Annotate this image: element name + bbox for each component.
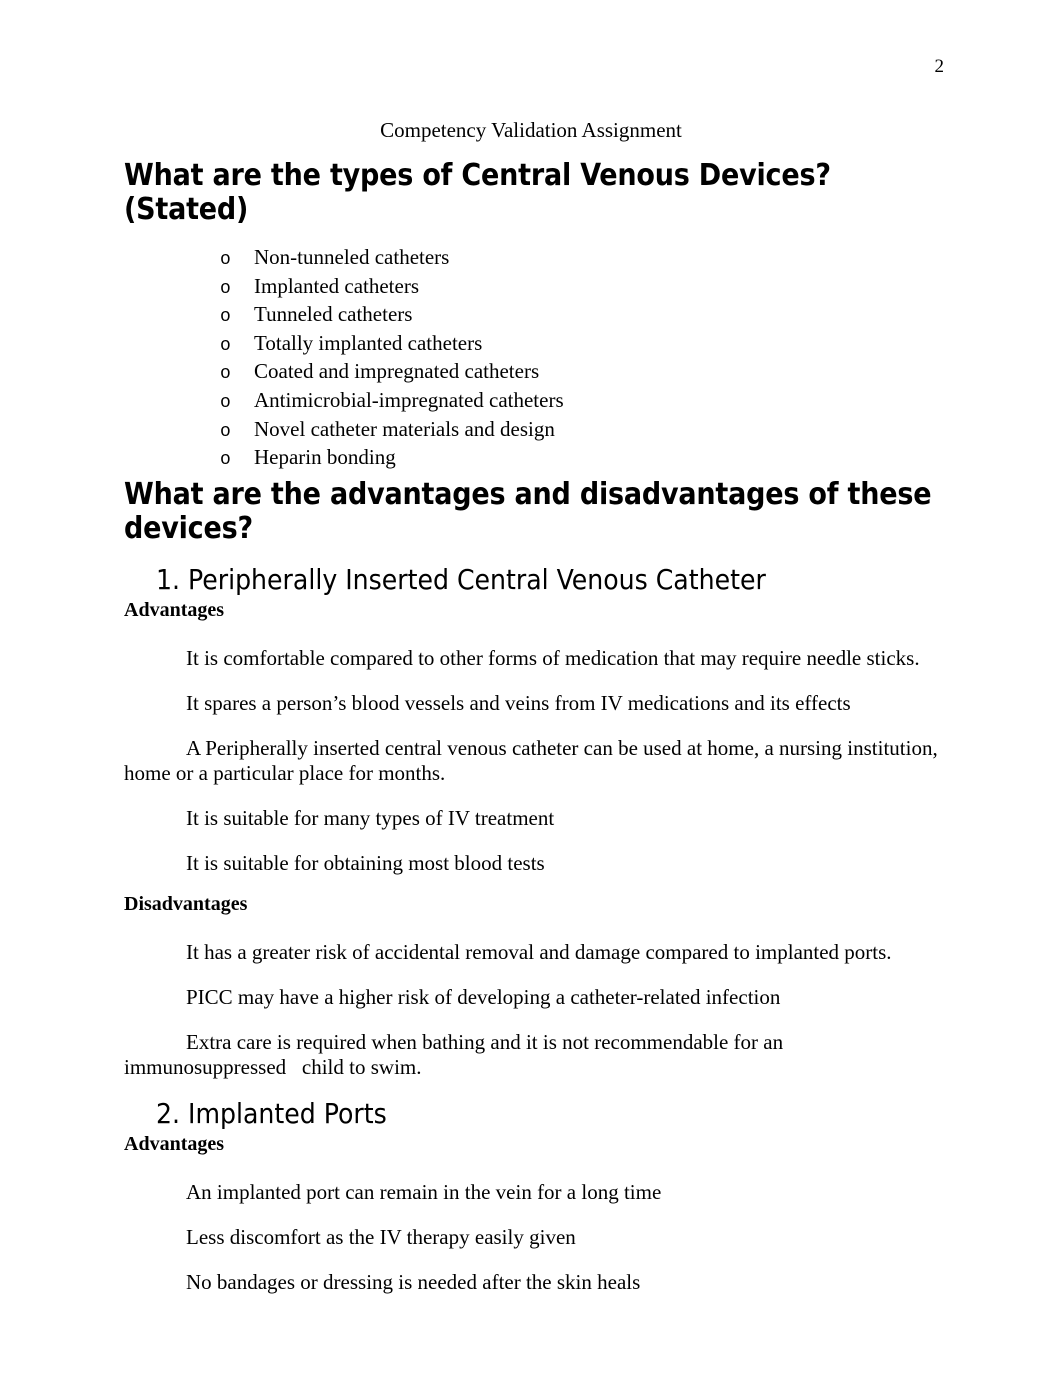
- list-item: o Totally implanted catheters: [220, 331, 938, 360]
- device-types-list: o Non-tunneled catheters o Implanted cat…: [124, 245, 938, 474]
- list-item-label: Non-tunneled catheters: [254, 245, 450, 269]
- bullet-marker-icon: o: [220, 278, 231, 299]
- document-page: 2 Competency Validation Assignment What …: [0, 0, 1062, 1376]
- list-item-label: Antimicrobial-impregnated catheters: [254, 387, 564, 412]
- list-item: o Implanted catheters: [220, 274, 938, 303]
- list-item-label: Coated and impregnated catheters: [254, 359, 540, 384]
- paragraph: A Peripherally inserted central venous c…: [124, 735, 943, 785]
- section-heading-implanted-ports: 2. Implanted Ports: [156, 1096, 387, 1130]
- bullet-marker-icon: o: [220, 250, 231, 270]
- paragraph: Extra care is required when bathing and …: [124, 1029, 789, 1079]
- bullet-marker-icon: o: [220, 450, 231, 471]
- page-number: 2: [934, 56, 945, 77]
- paragraph: It is suitable for obtaining most blood …: [186, 850, 545, 875]
- label-disadvantages-picc: Disadvantages: [124, 892, 248, 915]
- document-subtitle: Competency Validation Assignment: [380, 118, 682, 142]
- paragraph: An implanted port can remain in the vein…: [186, 1179, 662, 1204]
- list-item: o Tunneled catheters: [220, 302, 938, 331]
- list-item: o Novel catheter materials and design: [220, 417, 938, 446]
- heading-advantages-question: What are the advantages and disadvantage…: [124, 476, 932, 546]
- paragraph: It is suitable for many types of IV trea…: [186, 805, 555, 830]
- paragraph: It spares a person’s blood vessels and v…: [186, 690, 851, 715]
- list-item: o Non-tunneled catheters: [220, 245, 938, 274]
- label-advantages-ports: Advantages: [124, 1132, 225, 1155]
- list-item-label: Tunneled catheters: [254, 302, 413, 327]
- paragraph: It is comfortable compared to other form…: [186, 645, 920, 670]
- bullet-marker-icon: o: [220, 307, 231, 328]
- section-heading-picc: 1. Peripherally Inserted Central Venous …: [156, 562, 766, 596]
- bullet-marker-icon: o: [220, 364, 231, 385]
- paragraph: It has a greater risk of accidental remo…: [186, 939, 892, 964]
- list-item-label: Totally implanted catheters: [254, 330, 483, 355]
- list-item: o Heparin bonding: [220, 445, 938, 474]
- list-item: o Coated and impregnated catheters: [220, 359, 938, 388]
- bullet-marker-icon: o: [220, 421, 231, 442]
- list-item-label: Novel catheter materials and design: [254, 416, 555, 441]
- list-item: o Antimicrobial-impregnated catheters: [220, 388, 938, 417]
- heading-device-types: What are the types of Central Venous Dev…: [124, 158, 831, 227]
- paragraph: Less discomfort as the IV therapy easily…: [186, 1224, 576, 1249]
- bullet-marker-icon: o: [220, 392, 231, 413]
- label-advantages-picc: Advantages: [124, 598, 225, 621]
- paragraph: No bandages or dressing is needed after …: [186, 1269, 641, 1294]
- list-item-label: Heparin bonding: [254, 445, 396, 470]
- document-content: Competency Validation Assignment What ar…: [124, 118, 938, 1295]
- paragraph: PICC may have a higher risk of developin…: [186, 984, 781, 1009]
- list-item-label: Implanted catheters: [254, 273, 420, 298]
- bullet-marker-icon: o: [220, 335, 231, 356]
